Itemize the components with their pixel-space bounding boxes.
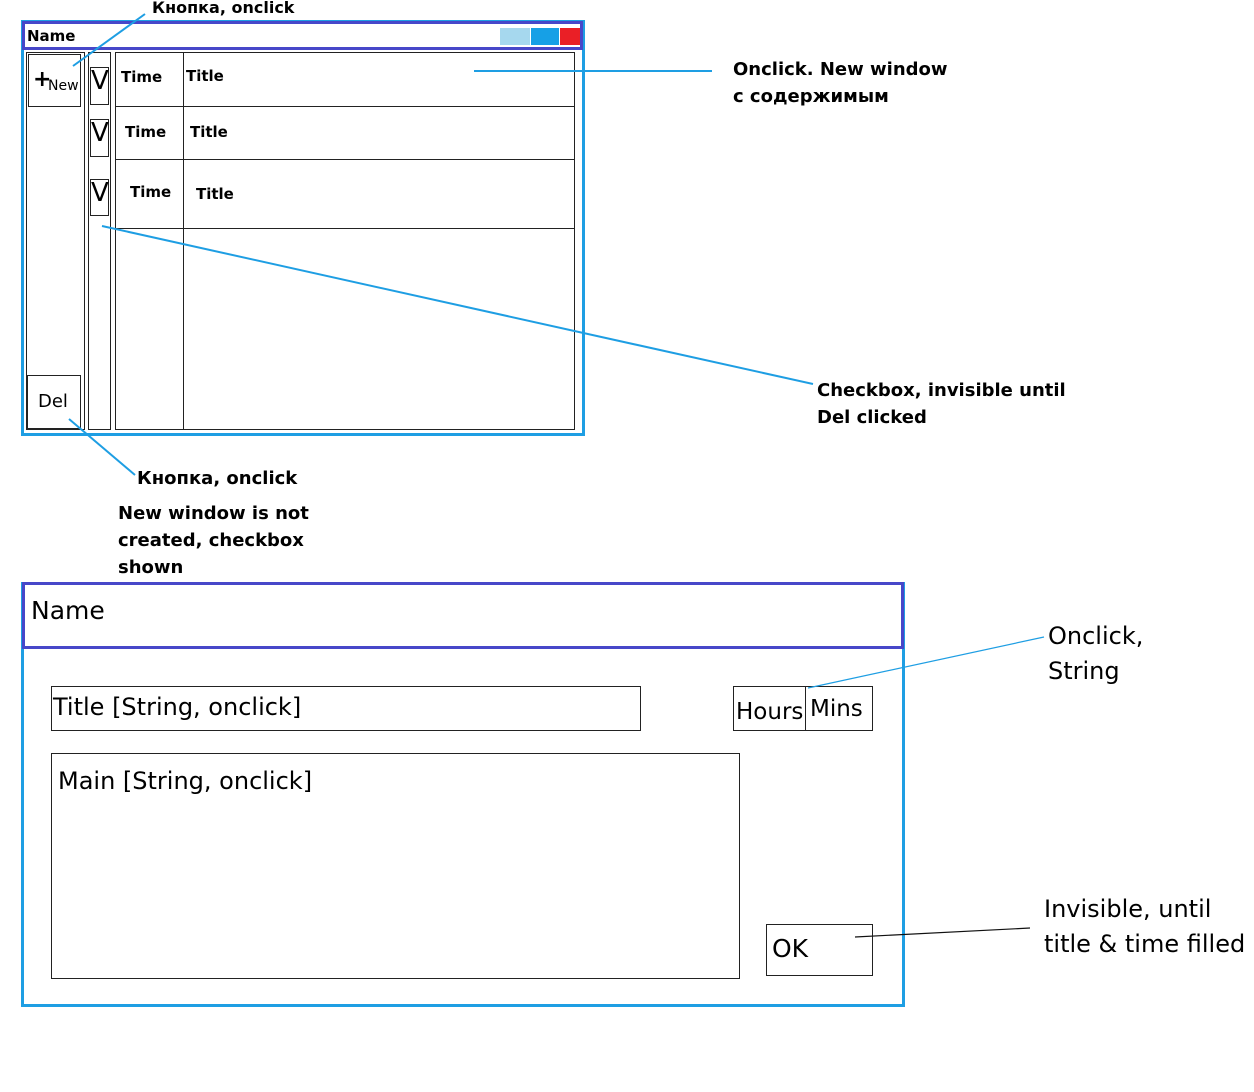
del-behavior-note: New window is not created, checkbox show… — [118, 503, 309, 578]
del-button-note: Кнопка, onclick — [137, 468, 298, 489]
ok-note: Invisible, until title & time filled — [1044, 895, 1246, 958]
annotation-line — [72, 13, 146, 67]
row-click-note: Onclick. New window с содержимым — [733, 59, 948, 107]
annotation-line — [854, 927, 1031, 938]
new-button-note: Кнопка, onclick — [152, 0, 295, 17]
checkbox-note: Checkbox, invisible until Del clicked — [817, 380, 1066, 428]
annotation-line — [68, 418, 136, 476]
time-note: Onclick, String — [1048, 622, 1144, 685]
annotation-line — [101, 225, 814, 385]
annotation-line — [807, 636, 1045, 689]
